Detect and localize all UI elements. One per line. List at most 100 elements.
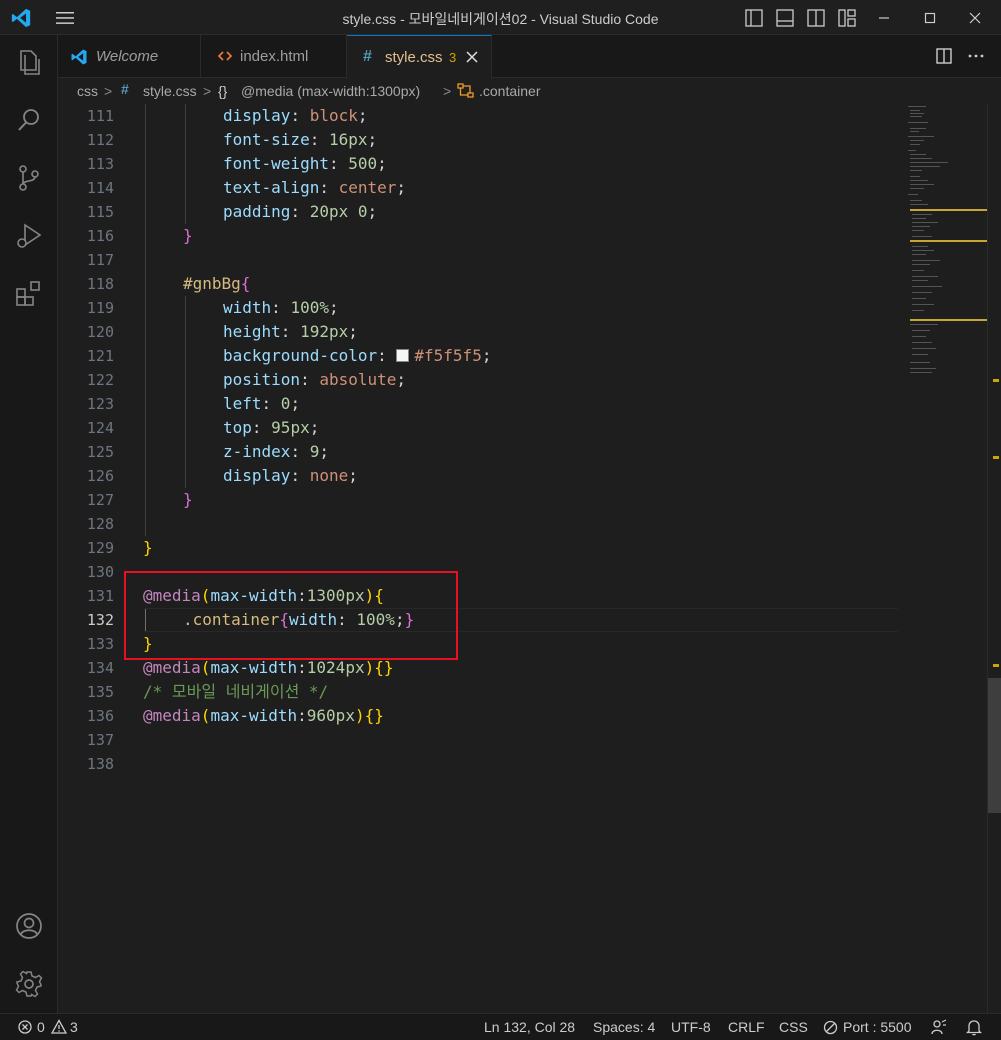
code-editor[interactable]: 111 112 113 114 115 116 117 118 119 120 … bbox=[58, 104, 1001, 1013]
indent-guide bbox=[185, 296, 186, 488]
accounts-icon[interactable] bbox=[12, 909, 46, 943]
line-number: 130 bbox=[86, 563, 114, 581]
warning-marker bbox=[993, 456, 999, 459]
line-number: 129 bbox=[86, 539, 114, 557]
breadcrumb-folder[interactable]: css bbox=[77, 83, 98, 99]
chevron-right-icon: > bbox=[104, 83, 113, 99]
status-bar: 0 3 Ln 132, Col 28 Spaces: 4 UTF-8 CRLF … bbox=[0, 1013, 1001, 1040]
encoding[interactable]: UTF-8 bbox=[671, 1019, 711, 1035]
cursor-position[interactable]: Ln 132, Col 28 bbox=[484, 1019, 575, 1035]
line-number: 123 bbox=[86, 395, 114, 413]
close-tab-icon[interactable] bbox=[465, 50, 479, 64]
code-line-114: text-align: center; bbox=[223, 178, 407, 197]
error-count[interactable]: 0 bbox=[37, 1019, 45, 1035]
css-file-icon: # bbox=[363, 48, 372, 65]
line-number: 116 bbox=[86, 227, 114, 245]
code-line-115: padding: 20px 0; bbox=[223, 202, 378, 221]
code-line-125: z-index: 9; bbox=[223, 442, 329, 461]
line-number: 115 bbox=[86, 203, 114, 221]
maximize-icon[interactable] bbox=[918, 6, 942, 30]
problems-badge: 3 bbox=[449, 50, 457, 65]
code-line-113: font-weight: 500; bbox=[223, 154, 387, 173]
vertical-scrollbar[interactable] bbox=[987, 104, 1001, 1013]
split-editor-icon[interactable] bbox=[935, 47, 953, 65]
more-actions-icon[interactable] bbox=[967, 47, 985, 65]
toggle-primary-sidebar-icon[interactable] bbox=[742, 6, 766, 30]
hamburger-menu-icon[interactable] bbox=[54, 9, 76, 27]
extensions-icon[interactable] bbox=[12, 277, 46, 311]
code-line-123: left: 0; bbox=[223, 394, 301, 413]
red-highlight-box bbox=[124, 571, 458, 660]
live-server-port[interactable]: Port : 5500 bbox=[843, 1019, 912, 1035]
chevron-right-icon: > bbox=[443, 83, 452, 99]
toggle-panel-icon[interactable] bbox=[773, 6, 797, 30]
editor-tabs: Welcome index.html # style.css 3 bbox=[58, 35, 1001, 79]
html-file-icon bbox=[218, 51, 232, 61]
code-line-118: #gnbBg{ bbox=[183, 274, 251, 293]
title-bar: style.css - 모바일네비게이션02 - Visual Studio C… bbox=[0, 0, 1001, 35]
line-number: 117 bbox=[86, 251, 114, 269]
line-number: 122 bbox=[86, 371, 114, 389]
minimize-icon[interactable] bbox=[872, 6, 896, 30]
css-file-icon: # bbox=[121, 81, 129, 97]
close-window-icon[interactable] bbox=[963, 6, 987, 30]
tab-index-html[interactable]: index.html bbox=[201, 35, 347, 78]
line-number-current: 132 bbox=[86, 611, 114, 629]
code-line-122: position: absolute; bbox=[223, 370, 407, 389]
run-debug-icon[interactable] bbox=[12, 219, 46, 253]
search-icon[interactable] bbox=[12, 103, 46, 137]
indent-guide bbox=[145, 104, 146, 536]
notifications-bell-icon[interactable] bbox=[966, 1019, 982, 1036]
breadcrumb-selector[interactable]: .container bbox=[479, 83, 540, 99]
selector-icon bbox=[457, 83, 474, 98]
error-icon[interactable] bbox=[18, 1020, 32, 1034]
line-number: 133 bbox=[86, 635, 114, 653]
vscode-logo-icon[interactable] bbox=[10, 7, 32, 29]
warning-marker bbox=[993, 664, 999, 667]
breadcrumb-media[interactable]: @media (max-width:1300px) bbox=[241, 83, 420, 99]
tab-label: style.css bbox=[385, 49, 443, 66]
line-number: 126 bbox=[86, 467, 114, 485]
line-number: 138 bbox=[86, 755, 114, 773]
language-mode[interactable]: CSS bbox=[779, 1019, 808, 1035]
line-number: 137 bbox=[86, 731, 114, 749]
breadcrumb-file[interactable]: style.css bbox=[143, 83, 197, 99]
port-blocked-icon[interactable] bbox=[823, 1020, 838, 1035]
customize-layout-icon[interactable] bbox=[835, 6, 859, 30]
line-number: 125 bbox=[86, 443, 114, 461]
scrollbar-thumb[interactable] bbox=[988, 678, 1001, 813]
line-number: 128 bbox=[86, 515, 114, 533]
warning-icon[interactable] bbox=[51, 1019, 67, 1034]
code-line-120: height: 192px; bbox=[223, 322, 358, 341]
breadcrumb: css > # style.css > {} @media (max-width… bbox=[58, 79, 1001, 103]
line-number: 136 bbox=[86, 707, 114, 725]
line-number: 111 bbox=[86, 107, 114, 125]
explorer-icon[interactable] bbox=[12, 45, 46, 79]
line-number: 118 bbox=[86, 275, 114, 293]
tab-label: Welcome bbox=[96, 48, 159, 65]
manage-gear-icon[interactable] bbox=[12, 967, 46, 1001]
braces-icon: {} bbox=[218, 83, 228, 99]
toggle-secondary-sidebar-icon[interactable] bbox=[804, 6, 828, 30]
code-line-121: background-color: #f5f5f5; bbox=[223, 346, 492, 365]
tab-welcome[interactable]: Welcome bbox=[58, 35, 201, 78]
tab-style-css[interactable]: # style.css 3 bbox=[347, 35, 492, 79]
line-number: 113 bbox=[86, 155, 114, 173]
line-number: 114 bbox=[86, 179, 114, 197]
minimap[interactable] bbox=[904, 104, 988, 1013]
warning-count[interactable]: 3 bbox=[70, 1019, 78, 1035]
activity-bar bbox=[0, 35, 58, 1013]
line-number: 134 bbox=[86, 659, 114, 677]
color-swatch[interactable] bbox=[396, 349, 410, 362]
code-line-116: } bbox=[183, 226, 193, 245]
source-control-icon[interactable] bbox=[12, 161, 46, 195]
indentation[interactable]: Spaces: 4 bbox=[593, 1019, 655, 1035]
feedback-icon[interactable] bbox=[930, 1019, 947, 1036]
line-number: 131 bbox=[86, 587, 114, 605]
vscode-logo-icon bbox=[71, 49, 87, 65]
code-line-136: @media(max-width:960px){} bbox=[143, 706, 384, 725]
line-ending[interactable]: CRLF bbox=[728, 1019, 765, 1035]
line-number: 121 bbox=[86, 347, 114, 365]
tab-label: index.html bbox=[240, 48, 309, 65]
line-number: 120 bbox=[86, 323, 114, 341]
